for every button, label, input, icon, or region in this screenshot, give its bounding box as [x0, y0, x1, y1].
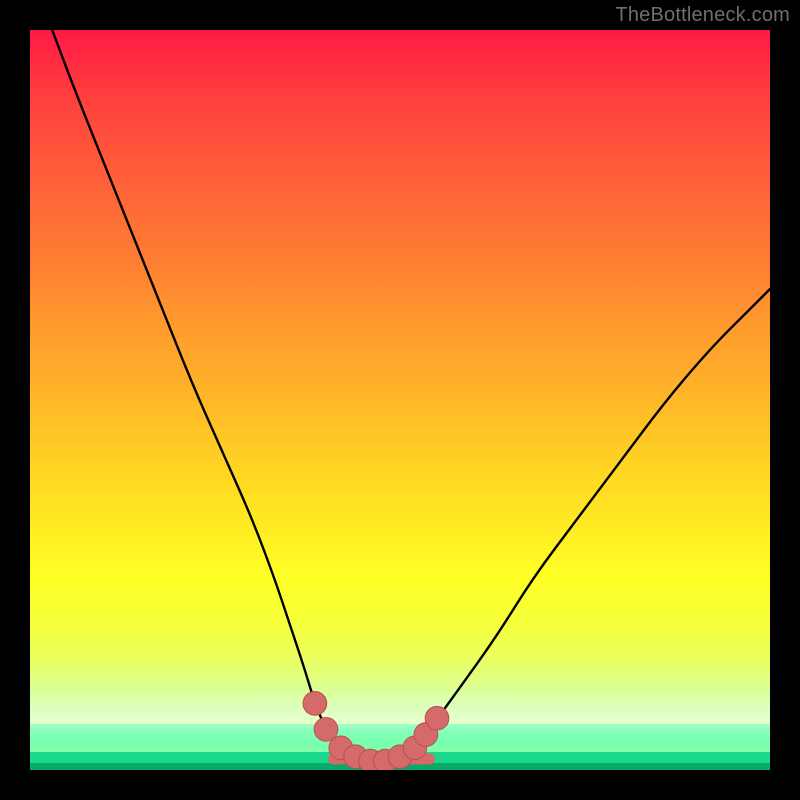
watermark-text: TheBottleneck.com — [615, 4, 790, 27]
bottleneck-curve — [52, 30, 770, 761]
curve-svg — [30, 30, 770, 770]
curve-marker — [425, 706, 449, 730]
plot-area — [30, 30, 770, 770]
chart-stage: TheBottleneck.com — [0, 0, 800, 800]
curve-marker — [303, 692, 327, 716]
